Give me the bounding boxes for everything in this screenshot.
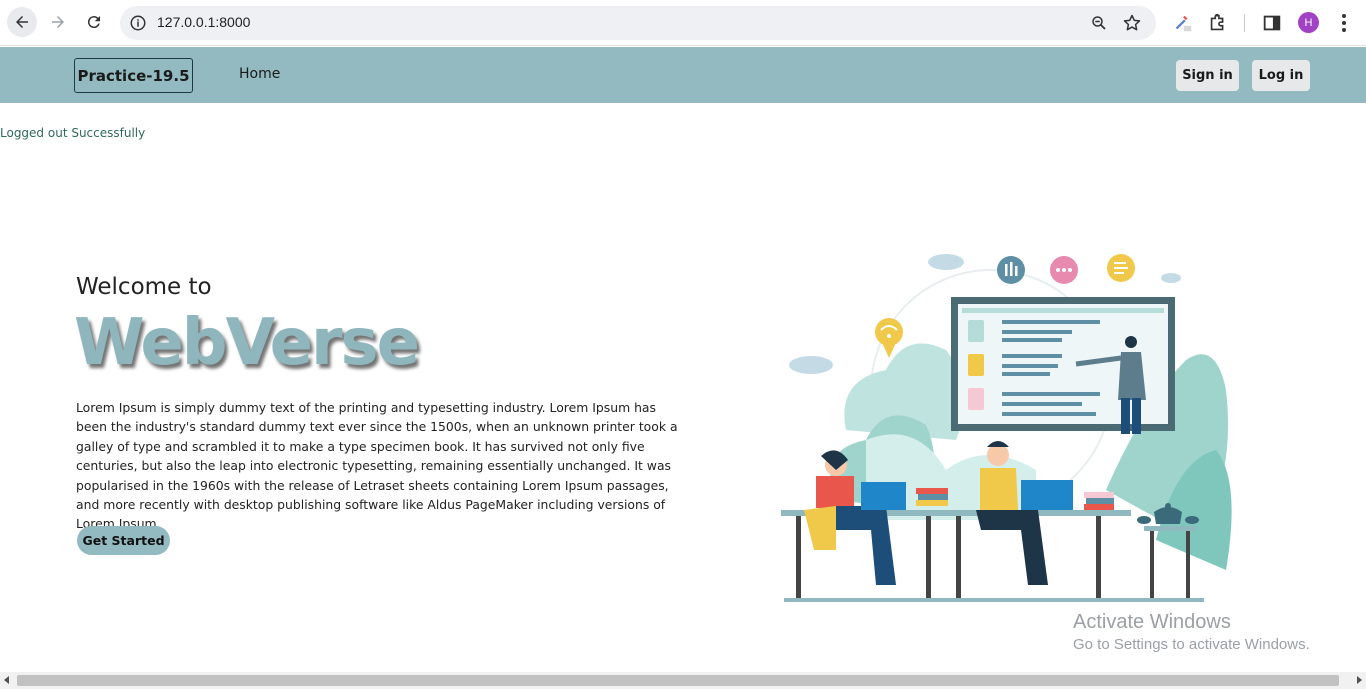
horizontal-scrollbar[interactable] xyxy=(0,672,1366,689)
back-button[interactable] xyxy=(7,7,37,37)
get-started-button[interactable]: Get Started xyxy=(77,526,170,555)
forward-button[interactable] xyxy=(43,7,73,37)
welcome-heading: Welcome to xyxy=(76,274,212,300)
log-in-button[interactable]: Log in xyxy=(1252,60,1310,91)
nav-link-home[interactable]: Home xyxy=(239,66,280,82)
zoom-icon[interactable] xyxy=(1090,14,1108,32)
extension-icon[interactable] xyxy=(1172,12,1194,34)
windows-activation-watermark: Activate Windows Go to Settings to activ… xyxy=(1073,611,1310,653)
watermark-title: Activate Windows xyxy=(1073,611,1231,633)
watermark-subtitle: Go to Settings to activate Windows. xyxy=(1073,636,1310,653)
toolbar-separator xyxy=(1244,14,1245,32)
url-text[interactable]: 127.0.0.1:8000 xyxy=(157,14,250,30)
reload-icon xyxy=(87,16,100,29)
hero-description: Lorem Ipsum is simply dummy text of the … xyxy=(76,400,678,532)
forward-arrow-icon xyxy=(52,16,64,28)
brand-logo-link[interactable]: Practice-19.5 xyxy=(74,58,193,93)
kebab-menu-icon[interactable] xyxy=(1334,12,1354,34)
scrollbar-thumb[interactable] xyxy=(17,675,1339,686)
office-illustration xyxy=(781,254,1232,602)
logout-alert: Logged out Successfully xyxy=(0,126,146,140)
site-info-icon[interactable] xyxy=(129,14,147,32)
reload-button[interactable] xyxy=(79,7,109,37)
scroll-left-icon[interactable] xyxy=(4,676,9,684)
bookmark-star-icon[interactable] xyxy=(1122,13,1142,33)
profile-avatar[interactable]: H xyxy=(1298,12,1319,33)
browser-toolbar: 127.0.0.1:8000 H xyxy=(0,0,1366,46)
scroll-right-icon[interactable] xyxy=(1357,676,1362,684)
sign-in-button[interactable]: Sign in xyxy=(1176,60,1239,91)
site-navbar: Practice-19.5 Home Sign in Log in xyxy=(0,47,1366,103)
back-arrow-icon xyxy=(16,16,28,28)
side-panel-icon[interactable] xyxy=(1261,12,1283,34)
hero-title: WebVerse xyxy=(74,306,420,380)
puzzle-icon[interactable] xyxy=(1207,12,1229,34)
address-bar[interactable]: 127.0.0.1:8000 xyxy=(120,6,1156,40)
